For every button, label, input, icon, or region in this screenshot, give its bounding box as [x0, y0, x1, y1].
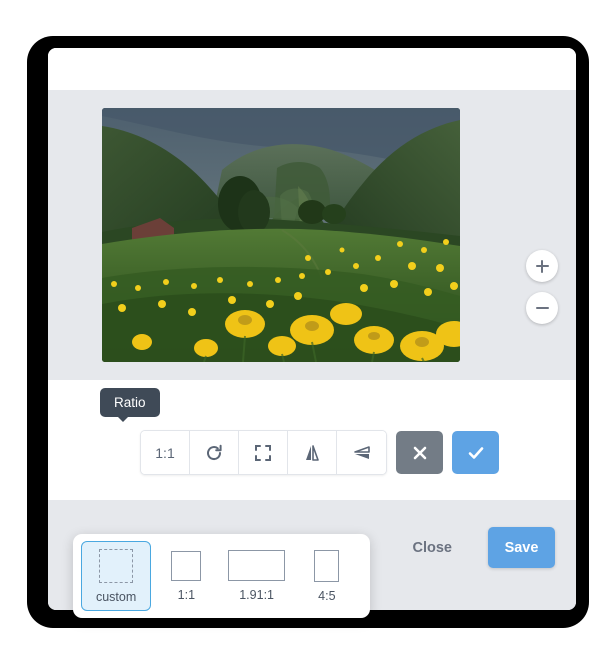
tooltip-arrow — [118, 417, 128, 422]
crop-image — [102, 108, 460, 362]
ratio-option-1-1[interactable]: 1:1 — [151, 541, 221, 611]
check-icon — [468, 446, 483, 459]
toolbar-band: Ratio 1:1 — [48, 380, 576, 500]
ratio-option-4-5[interactable]: 4:5 — [292, 541, 362, 611]
image-crop-modal: Ratio 1:1 Close Save — [48, 48, 576, 610]
close-x-icon — [413, 446, 426, 459]
flip-vertical-icon — [353, 445, 370, 459]
ratio-option-label: 1:1 — [177, 587, 196, 602]
ratio-option-label: custom — [95, 589, 137, 604]
crop-image-container[interactable] — [102, 108, 460, 362]
ratio-tooltip: Ratio — [100, 388, 160, 422]
ratio-option-1-91-1[interactable]: 1.91:1 — [222, 541, 292, 611]
zoom-out-button[interactable] — [526, 292, 558, 324]
modal-header — [48, 48, 576, 90]
flip-vertical-button[interactable] — [337, 431, 386, 474]
save-button[interactable]: Save — [488, 527, 555, 568]
image-stage — [48, 90, 576, 380]
rotate-icon — [207, 444, 222, 460]
dashed-square-icon — [99, 548, 134, 583]
close-button[interactable]: Close — [413, 540, 453, 556]
ratio-option-label: 4:5 — [318, 588, 336, 603]
ratio-option-custom[interactable]: custom — [81, 541, 152, 611]
cancel-crop-button[interactable] — [396, 431, 443, 474]
ratio-button[interactable]: 1:1 — [141, 431, 190, 474]
ratio-tooltip-label: Ratio — [114, 395, 146, 410]
minus-icon — [535, 307, 549, 309]
crop-corners-icon — [255, 444, 271, 461]
ratio-button-label: 1:1 — [155, 444, 175, 461]
square-icon — [171, 550, 202, 581]
fit-crop-button[interactable] — [239, 431, 288, 474]
zoom-in-button[interactable] — [526, 250, 558, 282]
ratio-options-panel: custom 1:1 1.91:1 4:5 — [73, 534, 370, 618]
crop-tool-group: 1:1 — [140, 430, 387, 475]
rotate-button[interactable] — [190, 431, 239, 474]
tall-rectangle-icon — [314, 549, 340, 582]
confirm-crop-button[interactable] — [452, 431, 499, 474]
ratio-option-label: 1.91:1 — [239, 588, 274, 602]
flip-horizontal-button[interactable] — [288, 431, 337, 474]
crop-toolbar: 1:1 — [140, 430, 499, 475]
flip-horizontal-icon — [306, 444, 319, 461]
wide-rectangle-icon — [228, 550, 286, 581]
